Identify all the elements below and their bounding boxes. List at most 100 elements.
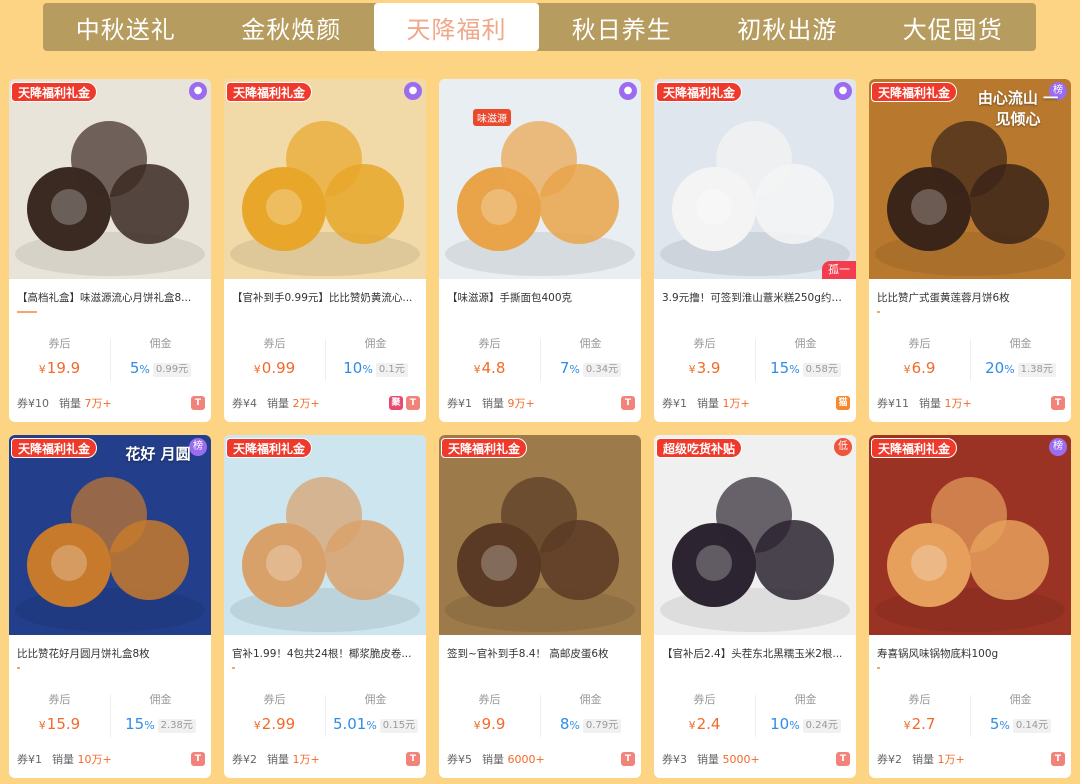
stat-divider xyxy=(970,695,971,737)
commission: 佣金 5% 0.99元 xyxy=(110,337,211,381)
product-card[interactable]: 天降福利礼金 签到~官补到手8.4！ 高邮皮蛋6枚 券后 ¥9.9 佣金 8% 0… xyxy=(439,435,641,778)
sales-volume: 销量 5000+ xyxy=(697,753,760,766)
sales-volume: 销量 9万+ xyxy=(482,397,535,410)
product-title[interactable]: 3.9元撸！可签到淮山薏米糕250g约1... xyxy=(662,291,848,305)
price-after-coupon: 券后 ¥4.8 xyxy=(473,337,506,377)
coin-badge-icon: ● xyxy=(404,82,422,100)
coupon-amount: 券¥5 xyxy=(447,753,472,766)
product-title[interactable]: 寿喜锅风味锅物底料100g xyxy=(877,647,1063,661)
stat-divider xyxy=(325,695,326,737)
sales-volume: 销量 10万+ xyxy=(52,753,112,766)
promo-tag: 天降福利礼金 xyxy=(11,82,98,102)
product-title[interactable]: 【高档礼盒】味滋源流心月饼礼盒8... xyxy=(17,291,203,305)
product-card[interactable]: 天降福利礼金 官补1.99！4包共24根！椰浆脆皮卷... 券后 ¥2.99 佣… xyxy=(224,435,426,778)
product-card[interactable]: 天降福利礼金 榜 寿喜锅风味锅物底料100g 券后 ¥2.7 佣金 5% 0.14元… xyxy=(869,435,1071,778)
platform-icon: 猫 xyxy=(836,396,850,410)
coupon-amount: 券¥2 xyxy=(232,753,257,766)
tab-3[interactable]: 秋日养生 xyxy=(539,3,705,51)
coupon-amount: 券¥1 xyxy=(662,397,687,410)
title-underline xyxy=(17,667,20,669)
coupon-amount: 券¥2 xyxy=(877,753,902,766)
promo-tag: 天降福利礼金 xyxy=(226,438,313,458)
product-title[interactable]: 比比赞广式蛋黄莲蓉月饼6枚 xyxy=(877,291,1063,305)
coupon-amount: 券¥11 xyxy=(877,397,909,410)
commission: 佣金 20% 1.38元 xyxy=(970,337,1071,381)
product-image[interactable]: 天降福利礼金 xyxy=(439,435,641,635)
title-underline xyxy=(877,667,880,669)
stat-divider xyxy=(755,695,756,737)
rank-badge: 低 xyxy=(834,438,852,456)
rank-badge: 榜 xyxy=(1049,438,1067,456)
platform-icon: T xyxy=(621,752,635,766)
commission: 佣金 15% 0.58元 xyxy=(755,337,856,381)
image-overlay-text: 花好 月圆 xyxy=(125,445,191,463)
coin-badge-icon: ● xyxy=(619,82,637,100)
promo-tag: 天降福利礼金 xyxy=(441,438,528,458)
price-after-coupon: 券后 ¥2.4 xyxy=(688,693,721,733)
platform-icon: T xyxy=(191,396,205,410)
price-after-coupon: 券后 ¥0.99 xyxy=(253,337,296,377)
sales-volume: 销量 1万+ xyxy=(912,753,965,766)
platform-icon: T xyxy=(406,752,420,766)
product-card[interactable]: 天降福利礼金 ● 孤一 3.9元撸！可签到淮山薏米糕250g约1... 券后 ¥3.… xyxy=(654,79,856,422)
stat-divider xyxy=(110,339,111,381)
coupon-amount: 券¥3 xyxy=(662,753,687,766)
price-after-coupon: 券后 ¥19.9 xyxy=(38,337,81,377)
coupon-amount: 券¥1 xyxy=(447,397,472,410)
price-after-coupon: 券后 ¥9.9 xyxy=(473,693,506,733)
coupon-amount: 券¥4 xyxy=(232,397,257,410)
product-image[interactable]: 天降福利礼金榜由心流山 一见倾心 xyxy=(869,79,1071,279)
stat-divider xyxy=(970,339,971,381)
product-image[interactable]: 天降福利礼金 xyxy=(224,435,426,635)
stat-divider xyxy=(755,339,756,381)
commission: 佣金 5.01% 0.15元 xyxy=(325,693,426,737)
coin-badge-icon: ● xyxy=(834,82,852,100)
product-card[interactable]: 天降福利礼金榜由心流山 一见倾心 比比赞广式蛋黄莲蓉月饼6枚 券后 ¥6.9 佣… xyxy=(869,79,1071,422)
brand-label: 味滋源 xyxy=(473,109,511,126)
image-overlay-text: 由心流山 一见倾心 xyxy=(977,89,1059,128)
commission: 佣金 7% 0.34元 xyxy=(540,337,641,381)
coin-badge-icon: ● xyxy=(189,82,207,100)
sales-volume: 销量 2万+ xyxy=(267,397,320,410)
product-image[interactable]: 天降福利礼金 ● xyxy=(224,79,426,279)
product-title[interactable]: 【官补后2.4】头茬东北黑糯玉米2根... xyxy=(662,647,848,661)
product-image[interactable]: 天降福利礼金 榜 xyxy=(869,435,1071,635)
corner-label: 孤一 xyxy=(822,261,856,279)
price-after-coupon: 券后 ¥15.9 xyxy=(38,693,81,733)
sales-volume: 销量 7万+ xyxy=(59,397,112,410)
platform-icon: T xyxy=(621,396,635,410)
product-image[interactable]: 天降福利礼金 ● 孤一 xyxy=(654,79,856,279)
product-title[interactable]: 签到~官补到手8.4！ 高邮皮蛋6枚 xyxy=(447,647,633,661)
product-title[interactable]: 比比赞花好月圆月饼礼盒8枚 xyxy=(17,647,203,661)
price-after-coupon: 券后 ¥2.99 xyxy=(253,693,296,733)
product-card[interactable]: 天降福利礼金 ● 【高档礼盒】味滋源流心月饼礼盒8... 券后 ¥19.9 佣金 … xyxy=(9,79,211,422)
platform-icon: T xyxy=(406,396,420,410)
product-image[interactable]: 超级吃货补贴 低 xyxy=(654,435,856,635)
product-card[interactable]: 超级吃货补贴 低 【官补后2.4】头茬东北黑糯玉米2根... 券后 ¥2.4 佣金… xyxy=(654,435,856,778)
tab-5[interactable]: 大促囤货 xyxy=(870,3,1036,51)
product-card[interactable]: 天降福利礼金榜花好 月圆 比比赞花好月圆月饼礼盒8枚 券后 ¥15.9 佣金 1… xyxy=(9,435,211,778)
tab-0[interactable]: 中秋送礼 xyxy=(43,3,209,51)
platform-icon: T xyxy=(1051,396,1065,410)
stat-divider xyxy=(325,339,326,381)
sales-volume: 销量 6000+ xyxy=(482,753,545,766)
product-title[interactable]: 【味滋源】手撕面包400克 xyxy=(447,291,633,305)
platform-icon: T xyxy=(836,752,850,766)
product-title[interactable]: 【官补到手0.99元】比比赞奶黄流心... xyxy=(232,291,418,305)
product-title[interactable]: 官补1.99！4包共24根！椰浆脆皮卷... xyxy=(232,647,418,661)
stat-divider xyxy=(540,339,541,381)
sales-volume: 销量 1万+ xyxy=(267,753,320,766)
stat-divider xyxy=(110,695,111,737)
tab-4[interactable]: 初秋出游 xyxy=(705,3,871,51)
promo-tag: 天降福利礼金 xyxy=(871,438,958,458)
product-image[interactable]: 天降福利礼金 ● xyxy=(9,79,211,279)
coupon-amount: 券¥1 xyxy=(17,753,42,766)
promo-tag: 天降福利礼金 xyxy=(871,82,958,102)
product-card[interactable]: 天降福利礼金 ● 【官补到手0.99元】比比赞奶黄流心... 券后 ¥0.99 佣… xyxy=(224,79,426,422)
coupon-amount: 券¥10 xyxy=(17,397,49,410)
product-image[interactable]: 味滋源 ● xyxy=(439,79,641,279)
tab-1[interactable]: 金秋焕颜 xyxy=(209,3,375,51)
product-image[interactable]: 天降福利礼金榜花好 月圆 xyxy=(9,435,211,635)
tab-2[interactable]: 天降福利 xyxy=(374,3,539,51)
product-card[interactable]: 味滋源 ● 【味滋源】手撕面包400克 券后 ¥4.8 佣金 7% 0.34元 券¥… xyxy=(439,79,641,422)
